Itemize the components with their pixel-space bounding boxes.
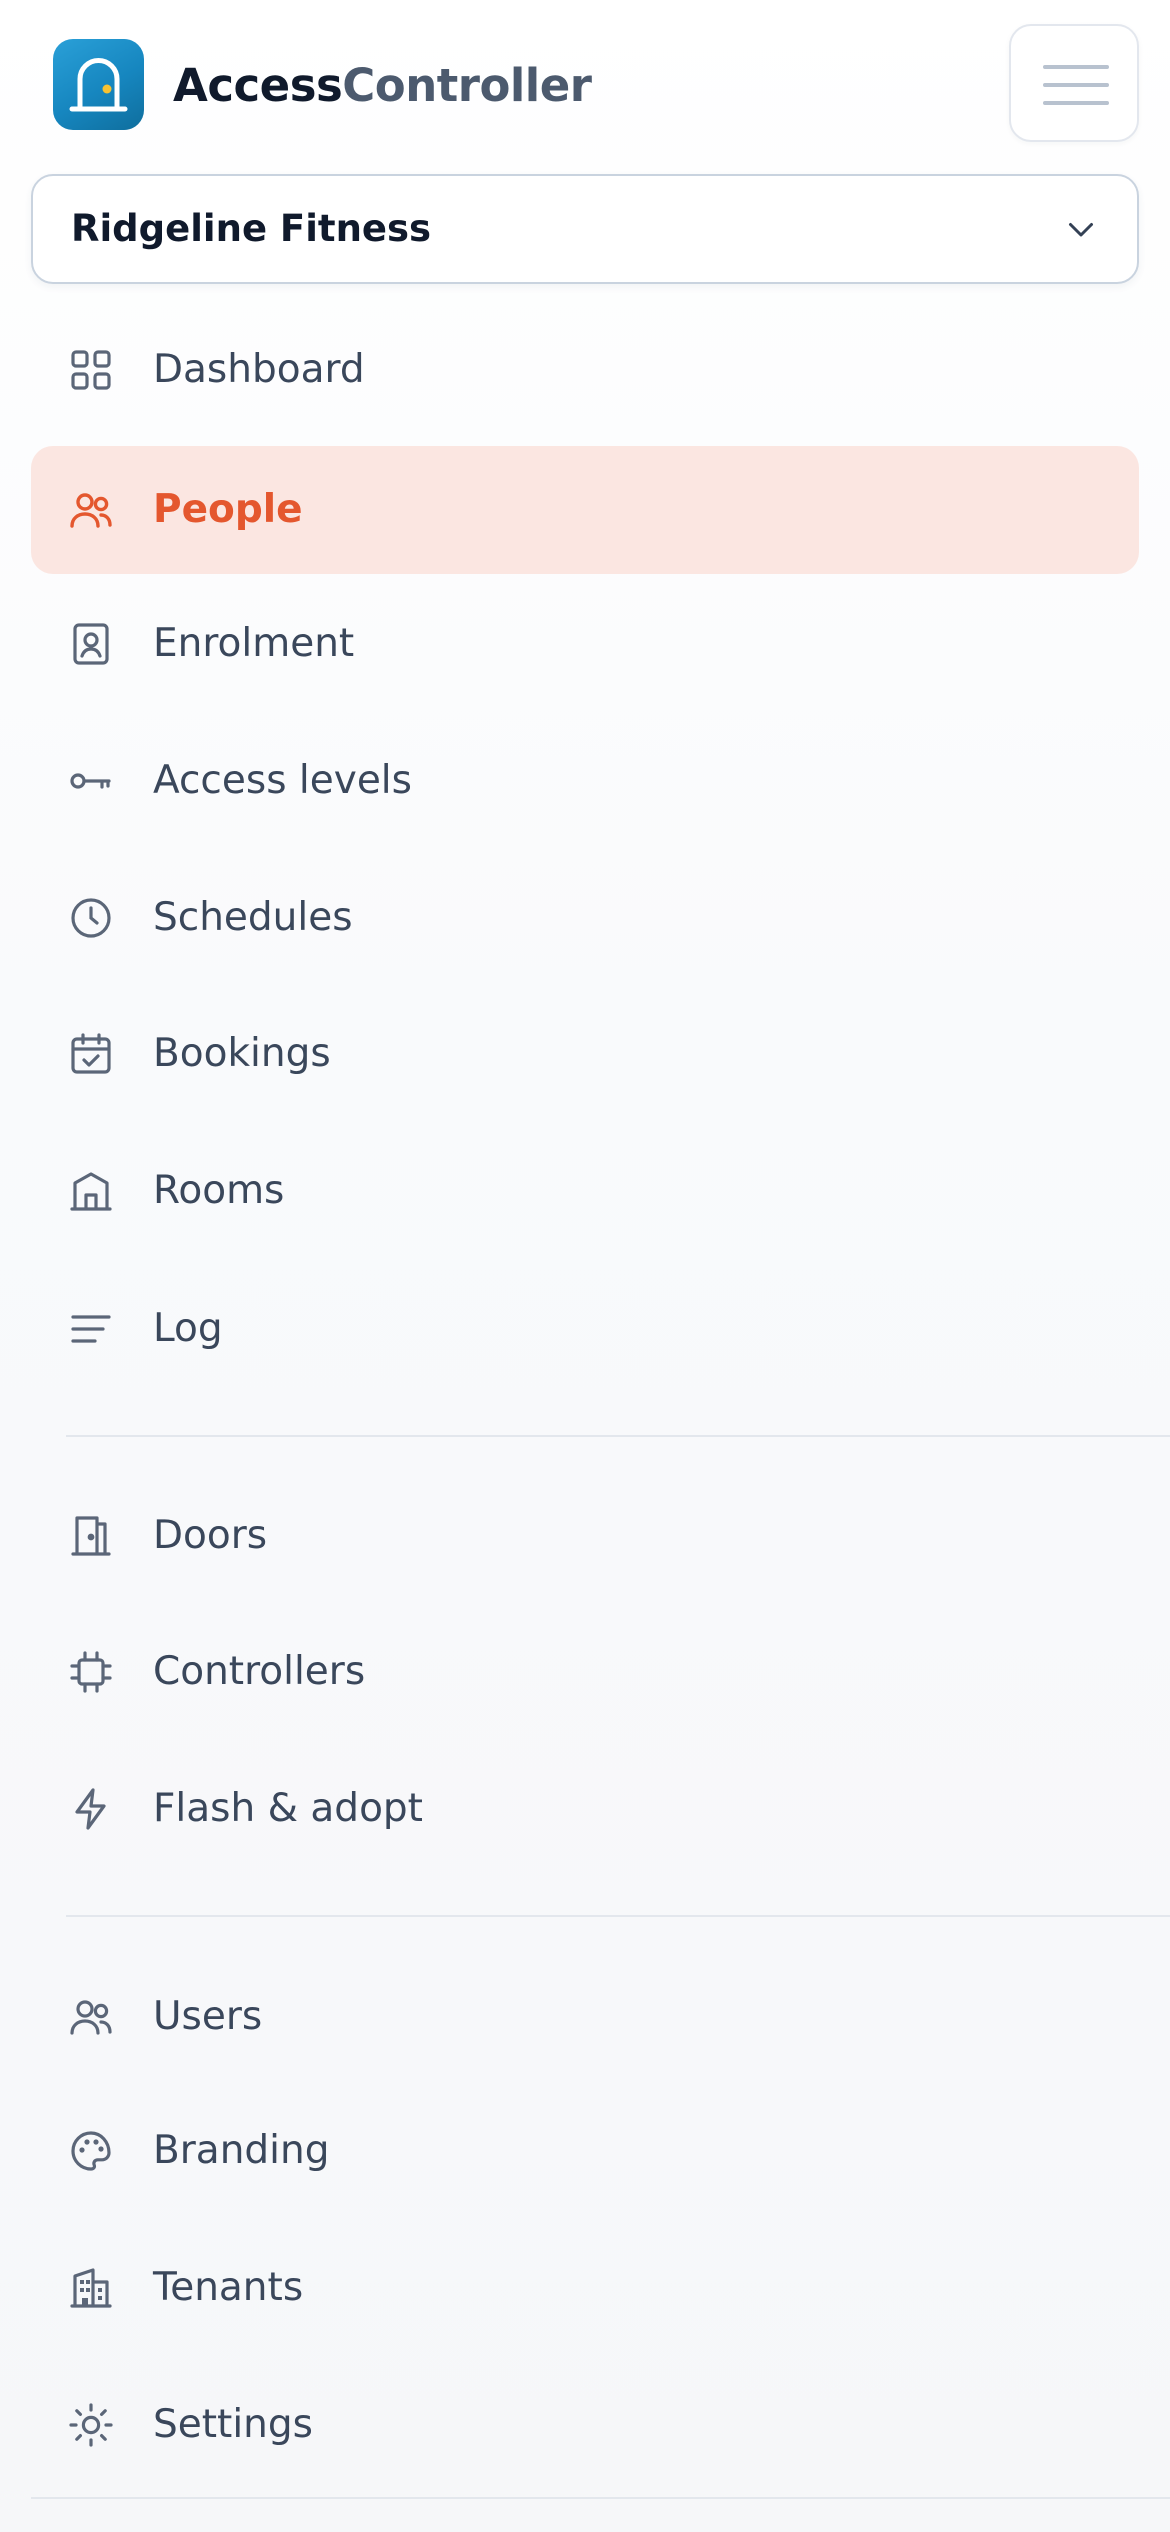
brand-title-part2: Controller	[342, 59, 592, 112]
nav-item-label: Log	[153, 1306, 223, 1351]
sun-settings-icon	[69, 2403, 113, 2447]
tenant-select-value: Ridgeline Fitness	[71, 207, 432, 250]
nav-item-label: Controllers	[153, 1649, 366, 1694]
lightning-icon	[75, 1788, 106, 1830]
app-logo	[53, 39, 144, 130]
nav-item-label: Users	[153, 1994, 263, 2039]
nav-item-schedules[interactable]: Schedules	[31, 854, 1139, 982]
chip-icon	[70, 1651, 112, 1693]
nav-item-doors[interactable]: Doors	[31, 1472, 1139, 1600]
door-icon	[71, 1516, 111, 1556]
nav-item-label: Rooms	[153, 1168, 285, 1213]
hamburger-line	[1043, 83, 1109, 87]
palette-icon	[71, 2131, 111, 2171]
clock-icon	[71, 898, 111, 938]
nav-item-label: Tenants	[153, 2265, 304, 2310]
nav-item-flash-adopt[interactable]: Flash & adopt	[31, 1745, 1139, 1873]
chevron-down-icon	[1069, 223, 1093, 237]
building-icon	[70, 2268, 112, 2308]
hamburger-line	[1043, 101, 1109, 105]
room-icon	[70, 1172, 112, 1211]
nav-divider	[31, 2497, 1170, 2499]
nav-item-log[interactable]: Log	[31, 1265, 1139, 1393]
nav-item-label: Branding	[153, 2128, 330, 2173]
nav-item-label: Schedules	[153, 895, 353, 940]
app-brand-title: AccessController	[173, 54, 592, 118]
door-icon	[69, 58, 128, 112]
users-icon	[70, 2000, 112, 2035]
nav-item-people[interactable]: People	[31, 446, 1139, 574]
nav-item-settings[interactable]: Settings	[31, 2361, 1139, 2489]
nav-item-label: People	[153, 487, 303, 532]
nav-item-label: Enrolment	[153, 621, 355, 666]
nav-item-enrolment[interactable]: Enrolment	[31, 580, 1139, 708]
nav-item-users[interactable]: Users	[31, 1953, 1139, 2081]
list-lines-icon	[71, 1315, 111, 1343]
nav-item-controllers[interactable]: Controllers	[31, 1608, 1139, 1736]
nav-item-label: Flash & adopt	[153, 1786, 423, 1831]
id-badge-icon	[73, 623, 109, 665]
nav-item-label: Doors	[153, 1513, 268, 1558]
nav-item-label: Bookings	[153, 1031, 331, 1076]
nav-item-label: Access levels	[153, 758, 412, 803]
nav-item-bookings[interactable]: Bookings	[31, 990, 1139, 1118]
dashboard-grid-icon	[71, 350, 111, 390]
nav-item-rooms[interactable]: Rooms	[31, 1127, 1139, 1255]
sidebar-page: AccessController Ridgeline Fitness Dashb…	[0, 0, 1170, 2532]
app-header: AccessController	[0, 0, 1170, 170]
people-icon	[70, 493, 112, 528]
nav-divider	[66, 1435, 1170, 1437]
nav-item-branding[interactable]: Branding	[31, 2087, 1139, 2215]
calendar-check-icon	[71, 1033, 111, 1074]
key-icon	[70, 773, 111, 789]
brand-title-part1: Access	[173, 59, 343, 112]
hamburger-menu-icon	[1043, 65, 1109, 69]
nav-item-label: Dashboard	[153, 347, 365, 392]
tenant-select[interactable]: Ridgeline Fitness	[31, 174, 1139, 284]
nav-item-label: Settings	[153, 2402, 313, 2447]
menu-button[interactable]	[1009, 24, 1139, 142]
nav-divider	[66, 1915, 1170, 1917]
nav-item-access-levels[interactable]: Access levels	[31, 717, 1139, 845]
nav-item-dashboard[interactable]: Dashboard	[31, 306, 1139, 434]
nav-item-tenants[interactable]: Tenants	[31, 2224, 1139, 2352]
